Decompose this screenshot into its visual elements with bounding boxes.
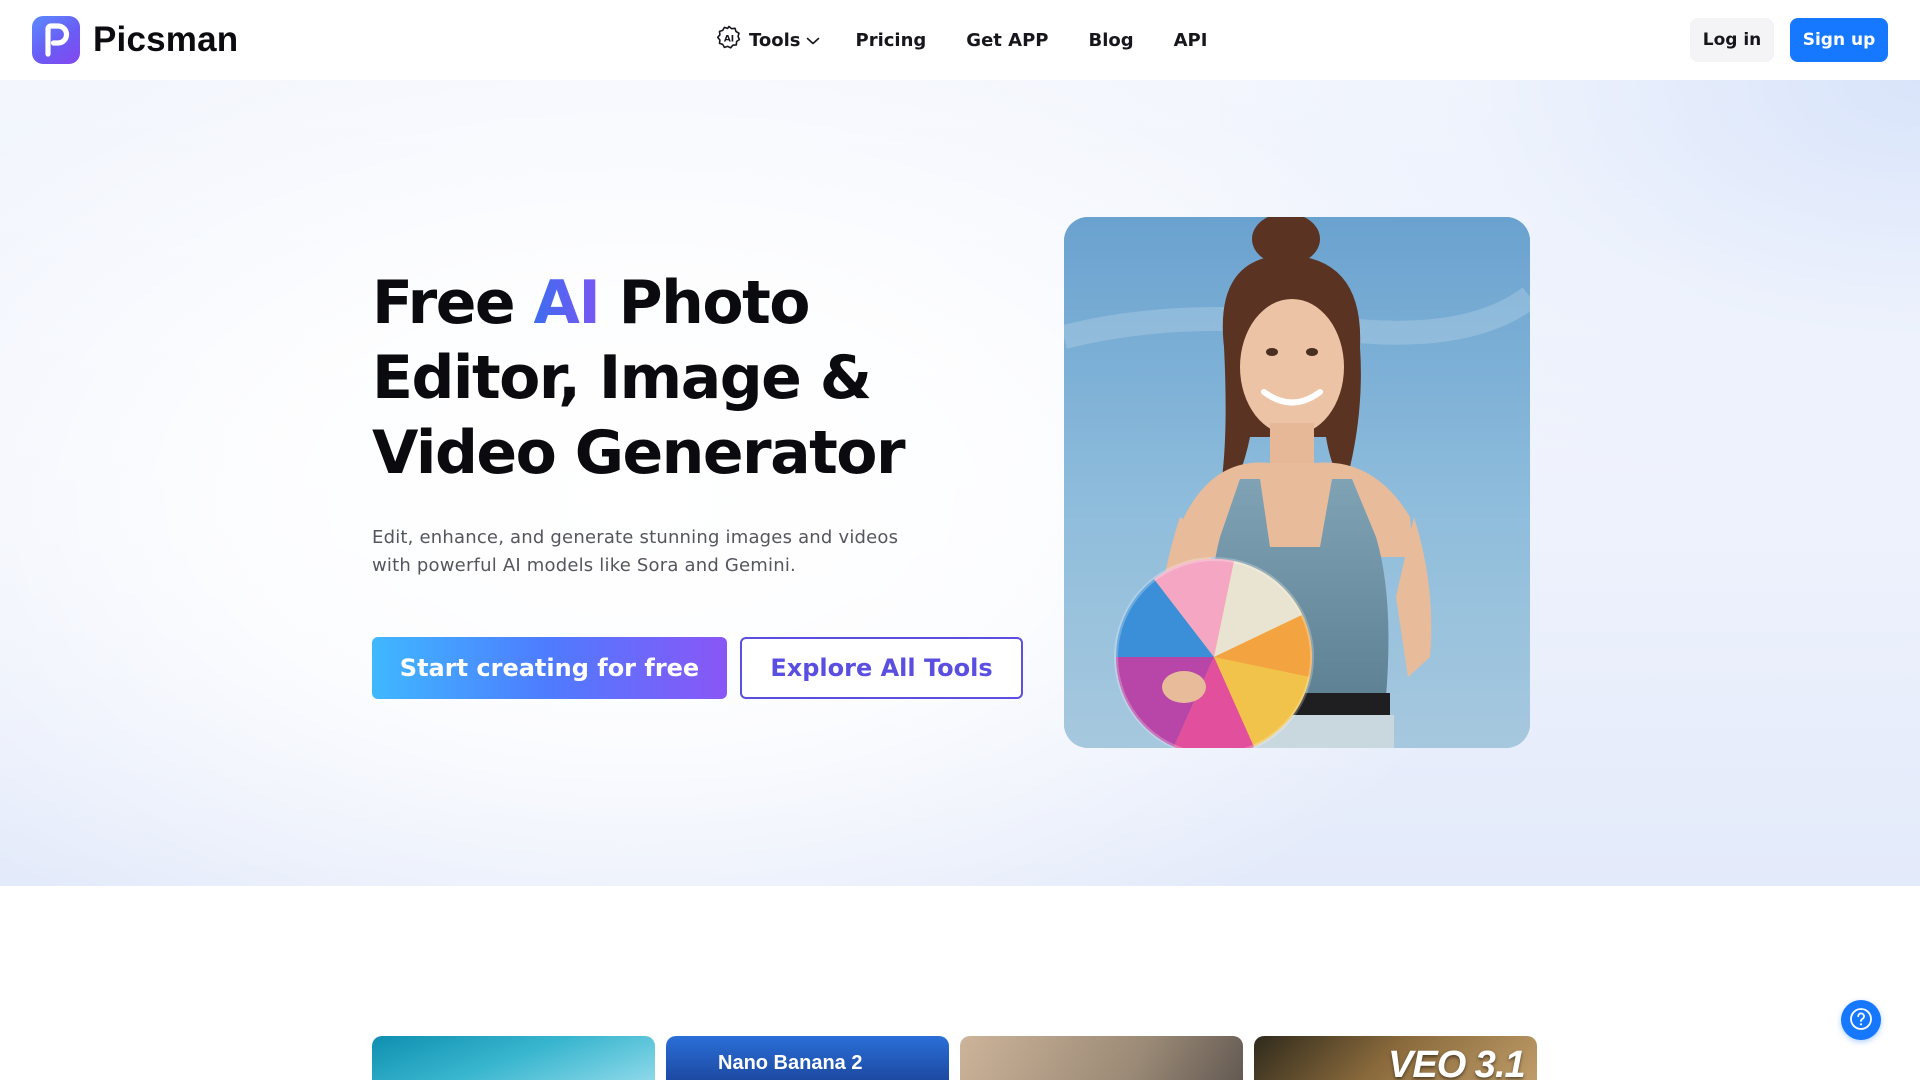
nav-link-blog[interactable]: Blog (1088, 30, 1133, 51)
help-button[interactable] (1841, 1000, 1881, 1040)
svg-text:AI: AI (724, 34, 734, 44)
main-nav: AI Tools Pricing Get APP Blog API (716, 22, 1207, 58)
start-creating-button[interactable]: Start creating for free (372, 637, 727, 699)
tool-cards-row: Nano Banana 2 VEO 3.1 (372, 1036, 1538, 1080)
chevron-down-icon (806, 30, 820, 51)
hero-photo-illustration (1064, 217, 1530, 748)
hero-title-part1: Free (372, 268, 534, 338)
picsman-logo-icon (32, 16, 80, 64)
tool-card-3[interactable] (960, 1036, 1243, 1080)
nav-tools-menu[interactable]: AI Tools (716, 25, 820, 56)
nav-link-get-app[interactable]: Get APP (966, 30, 1048, 51)
tool-card-1[interactable] (372, 1036, 655, 1080)
brand-logo[interactable]: Picsman (32, 16, 238, 64)
hero-photo (1064, 217, 1530, 748)
site-header: Picsman AI Tools Pricing Get APP Blog AP… (0, 0, 1920, 80)
signup-button[interactable]: Sign up (1790, 18, 1888, 62)
help-icon (1849, 1007, 1873, 1034)
hero-subtitle: Edit, enhance, and generate stunning ima… (372, 527, 899, 576)
hero-section: Free AI Photo Editor, Image & Video Gene… (0, 80, 1920, 886)
hero-title-accent: AI (533, 268, 601, 338)
explore-tools-button[interactable]: Explore All Tools (740, 637, 1023, 699)
hero-title: Free AI Photo Editor, Image & Video Gene… (372, 266, 992, 491)
tool-card-nano-banana[interactable]: Nano Banana 2 (666, 1036, 949, 1080)
tool-card-veo[interactable]: VEO 3.1 (1254, 1036, 1537, 1080)
nav-tools-label: Tools (749, 29, 801, 51)
ai-chip-icon: AI (716, 25, 742, 56)
nav-link-api[interactable]: API (1174, 30, 1208, 51)
nav-link-pricing[interactable]: Pricing (856, 30, 927, 51)
login-button[interactable]: Log in (1690, 18, 1774, 62)
tool-card-label: Nano Banana 2 (718, 1052, 863, 1074)
brand-name: Picsman (93, 20, 239, 59)
tool-card-label: VEO 3.1 (1388, 1044, 1526, 1080)
